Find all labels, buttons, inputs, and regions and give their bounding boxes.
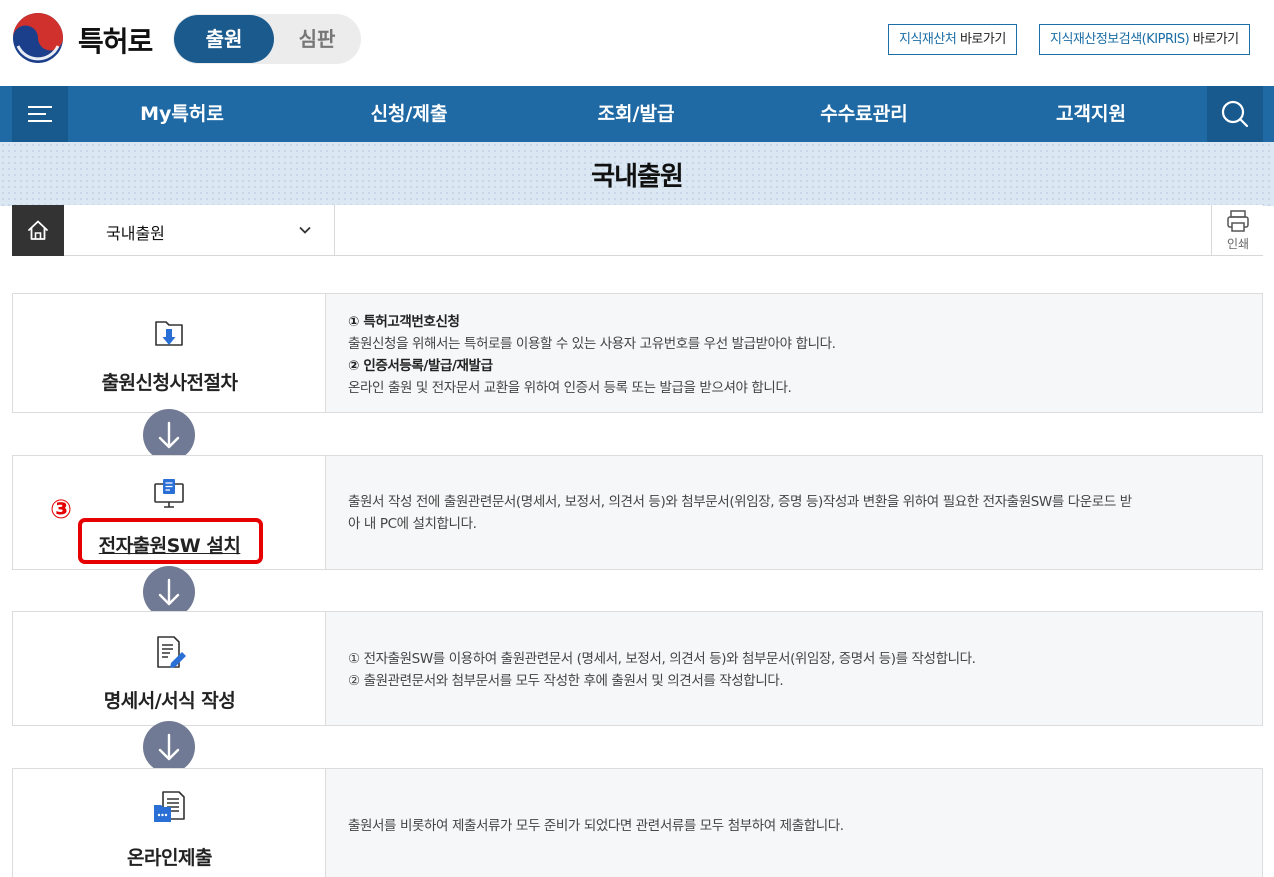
quick-link-ip-office-rest: 바로가기 <box>956 32 1006 47</box>
step-description: 출원서 작성 전에 출원관련문서(명세서, 보정서, 의견서 등)와 첨부문서(… <box>326 456 1262 569</box>
arrow-down-icon <box>143 721 195 773</box>
step-description: ① 특허고객번호신청 출원신청을 위해서는 특허로를 이용할 수 있는 사용자 … <box>326 294 1262 412</box>
step-title-cell: 명세서/서식 작성 <box>13 612 326 725</box>
step-online-submit: 온라인제출 출원서를 비롯하여 제출서류가 모두 준비가 되었다면 관련서류를 … <box>12 768 1263 877</box>
top-header: 특허로 출원 심판 지식재산처 바로가기 지식재산정보검색(KIPRIS) 바로… <box>0 0 1274 86</box>
quick-link-kipris-em: 지식재산정보검색(KIPRIS) <box>1050 32 1190 47</box>
desc-line: ② 인증서등록/발급/재발급 <box>348 358 493 374</box>
home-button[interactable] <box>12 205 64 256</box>
page-title-band: 국내출원 <box>0 142 1274 206</box>
quick-link-kipris[interactable]: 지식재산정보검색(KIPRIS) 바로가기 <box>1039 24 1250 55</box>
chevron-down-icon <box>299 226 311 234</box>
print-button[interactable]: 인쇄 <box>1211 205 1263 256</box>
search-icon <box>1221 100 1249 128</box>
desc-line: 출원신청을 위해서는 특허로를 이용할 수 있는 사용자 고유번호를 우선 발급… <box>348 336 836 352</box>
nav-item-customer-support[interactable]: 고객지원 <box>1016 86 1166 142</box>
service-switch: 출원 심판 <box>173 14 361 64</box>
step-name: 온라인제출 <box>127 847 212 869</box>
folder-download-icon <box>155 321 183 346</box>
nav-item-lookup-issue[interactable]: 조회/발급 <box>561 86 711 142</box>
quick-link-ip-office-em: 지식재산처 <box>899 32 957 47</box>
step-description: ① 전자출원SW를 이용하여 출원관련문서 (명세서, 보정서, 의견서 등)와… <box>326 612 1262 725</box>
segment-trial[interactable]: 심판 <box>275 15 359 63</box>
annotation-step-number: ③ <box>49 495 72 525</box>
desc-line: 아 내 PC에 설치합니다. <box>348 516 477 532</box>
desc-line: ② 출원관련문서와 첨부문서를 모두 작성한 후에 출원서 및 의견서를 작성합… <box>348 673 784 689</box>
desc-line: ① 특허고객번호신청 <box>348 314 460 330</box>
online-submit-icon <box>154 791 185 822</box>
printer-icon <box>1227 210 1249 232</box>
page-title: 국내출원 <box>591 162 684 192</box>
nav-item-apply-submit[interactable]: 신청/제출 <box>334 86 484 142</box>
quick-link-kipris-rest: 바로가기 <box>1189 32 1239 47</box>
government-logo-icon[interactable] <box>12 12 64 64</box>
step-title-cell: 출원신청사전절차 <box>13 294 326 412</box>
arrow-down-icon <box>143 409 195 461</box>
step-write-documents: 명세서/서식 작성 ① 전자출원SW를 이용하여 출원관련문서 (명세서, 보정… <box>12 611 1263 726</box>
breadcrumb-selected-label: 국내출원 <box>106 224 165 243</box>
step-pre-application: 출원신청사전절차 ① 특허고객번호신청 출원신청을 위해서는 특허로를 이용할 … <box>12 293 1263 413</box>
desc-line: 온라인 출원 및 전자문서 교환을 위하여 인증서 등록 또는 발급을 받으셔야… <box>348 380 792 396</box>
annotation-highlight-box <box>78 518 263 564</box>
nav-item-fee-management[interactable]: 수수료관리 <box>789 86 939 142</box>
step-name: 명세서/서식 작성 <box>103 690 236 712</box>
document-edit-icon <box>157 636 186 668</box>
desc-line: 출원서 작성 전에 출원관련문서(명세서, 보정서, 의견서 등)와 첨부문서(… <box>348 494 1132 510</box>
home-icon <box>28 220 48 240</box>
step-name: 출원신청사전절차 <box>101 372 238 394</box>
menu-icon[interactable] <box>12 86 68 142</box>
desc-line: ① 전자출원SW를 이용하여 출원관련문서 (명세서, 보정서, 의견서 등)와… <box>348 651 976 667</box>
search-button[interactable] <box>1207 86 1263 142</box>
main-nav: My특허로 신청/제출 조회/발급 수수료관리 고객지원 <box>0 86 1274 142</box>
step-description: 출원서를 비롯하여 제출서류가 모두 준비가 되었다면 관련서류를 모두 첨부하… <box>326 769 1262 877</box>
nav-item-my-patent[interactable]: My특허로 <box>107 86 257 142</box>
breadcrumb: 국내출원 인쇄 <box>12 205 1263 256</box>
segment-application[interactable]: 출원 <box>174 15 274 63</box>
print-label: 인쇄 <box>1226 237 1250 251</box>
quick-link-ip-office[interactable]: 지식재산처 바로가기 <box>888 24 1017 55</box>
monitor-document-icon <box>154 479 184 508</box>
desc-line: 출원서를 비롯하여 제출서류가 모두 준비가 되었다면 관련서류를 모두 첨부하… <box>348 818 844 834</box>
step-title-cell: 온라인제출 <box>13 769 326 877</box>
site-logo-text[interactable]: 특허로 <box>78 20 153 60</box>
breadcrumb-select[interactable]: 국내출원 <box>64 205 335 256</box>
